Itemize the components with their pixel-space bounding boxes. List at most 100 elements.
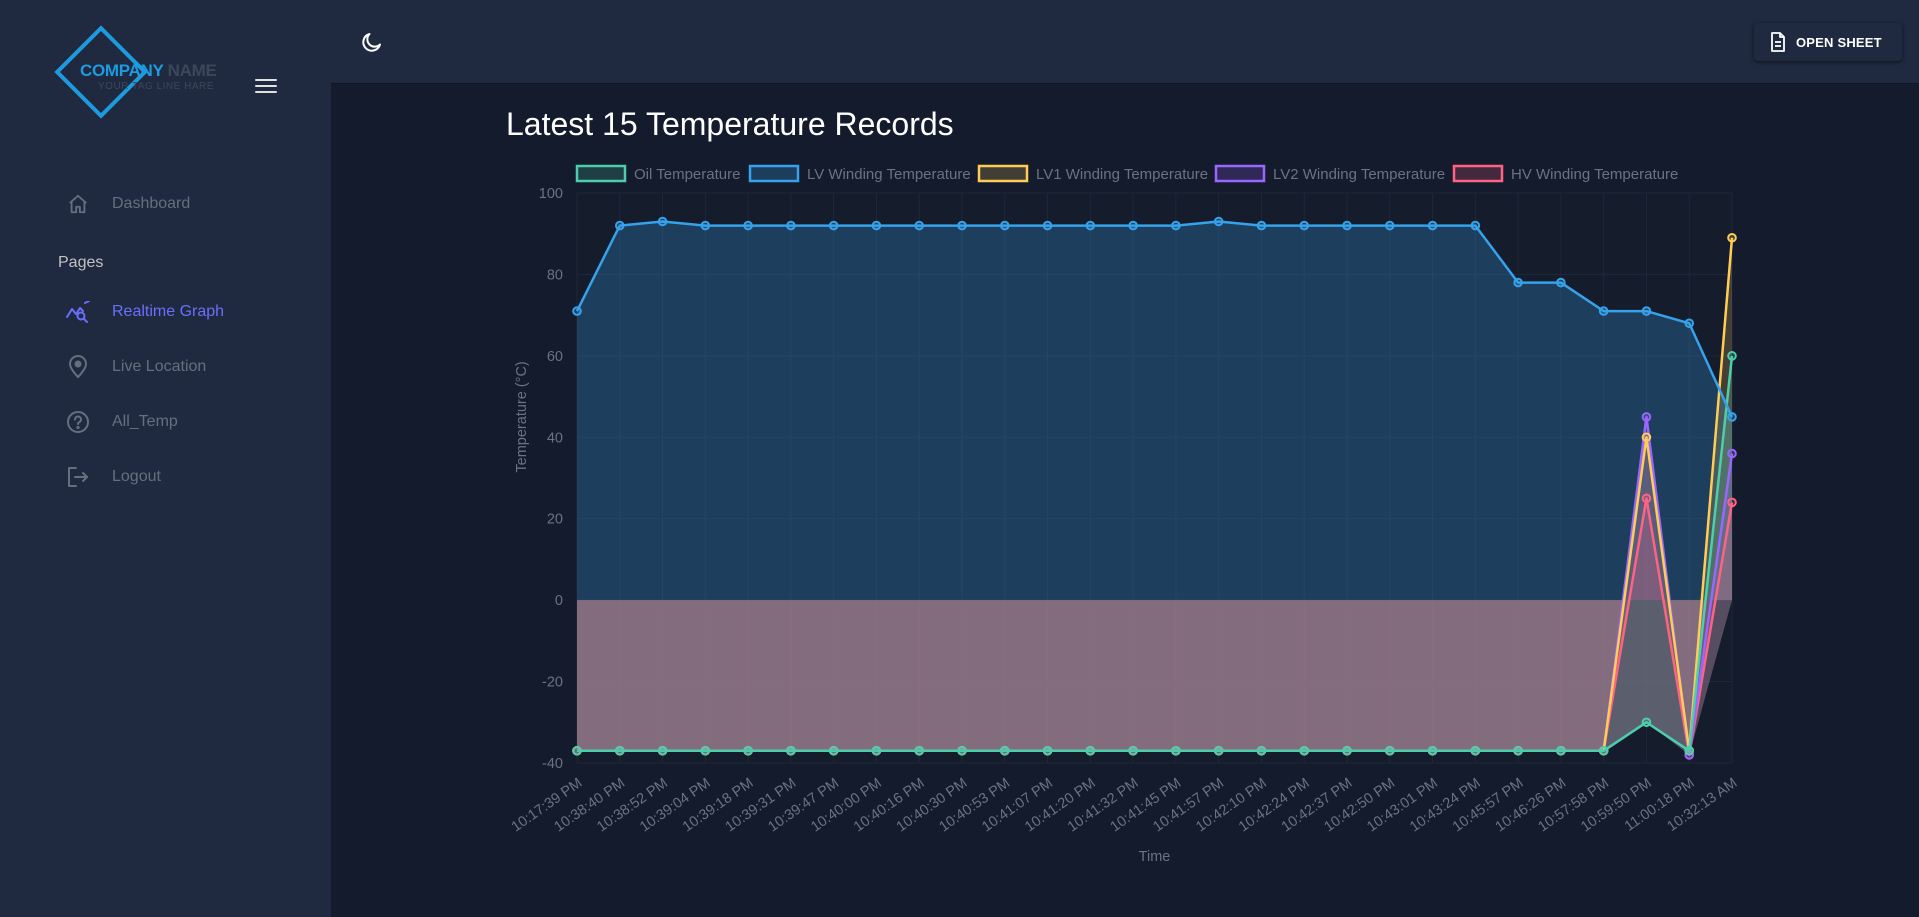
negative-area-overlay <box>577 600 1732 755</box>
x-tick-label: 10:17:39 PM <box>509 775 586 835</box>
legend-swatch-lv1-winding-temperature <box>977 164 1029 183</box>
x-axis-title: Time <box>1139 849 1171 865</box>
help-circle-icon <box>64 408 92 436</box>
y-tick-label: 40 <box>547 430 563 446</box>
data-point-oil-temperature <box>1470 745 1481 756</box>
data-point-oil-temperature <box>1171 745 1181 756</box>
data-point-oil-temperature <box>1384 745 1395 756</box>
hamburger-icon-line <box>255 79 277 81</box>
data-point-lv-winding-temperature <box>1342 220 1352 231</box>
y-tick-label: -20 <box>542 675 563 691</box>
data-point-lv-winding-temperature <box>1384 220 1395 231</box>
legend-swatch-lv-winding-temperature <box>748 164 800 183</box>
data-point-lv-winding-temperature <box>828 220 839 231</box>
data-point-oil-temperature <box>1213 745 1224 756</box>
temperature-line-chart: 100806040200-20-4010:17:39 PM10:38:40 PM… <box>509 164 1740 865</box>
data-point-lv-winding-temperature <box>1085 220 1096 231</box>
temperature-chart: 100 80 60 40 20 0 -20 -40 10:17:39 PM 10:38:40 PM… <box>500 155 1750 875</box>
data-point-oil-temperature <box>786 745 796 756</box>
y-axis-title: Temperature (°C) <box>514 361 530 472</box>
theme-toggle-button[interactable] <box>360 30 384 54</box>
data-point-lv-winding-temperature <box>871 220 882 231</box>
y-tick-label: -40 <box>542 756 563 772</box>
data-point-oil-temperature <box>957 745 967 756</box>
data-point-oil-temperature <box>1598 745 1609 756</box>
data-point-lv2-winding-temperature <box>1727 448 1737 459</box>
logo-name-part2: NAME <box>167 61 217 80</box>
data-point-oil-temperature <box>1256 745 1267 756</box>
data-point-oil-temperature <box>1342 745 1352 756</box>
data-point-lv-winding-temperature <box>1513 277 1523 288</box>
sidebar-item-label: Realtime Graph <box>112 303 225 320</box>
data-point-oil-temperature <box>614 745 625 756</box>
data-point-lv-winding-temperature <box>1727 412 1737 422</box>
legend-swatch-hv-winding-temperature <box>1452 164 1504 183</box>
data-point-lv1-winding-temperature <box>1641 432 1652 443</box>
moon-icon <box>362 33 381 52</box>
data-point-oil-temperature <box>657 745 668 756</box>
legend-swatch-oil-temperature <box>575 164 627 183</box>
sidebar-item-label: Live Location <box>112 358 207 375</box>
logo-name-part1: COMPANY <box>80 61 164 80</box>
data-point-lv1-winding-temperature <box>1727 232 1737 243</box>
legend-label-hv-winding-temperature: HV Winding Temperature <box>1511 166 1678 183</box>
data-point-hv-winding-temperature <box>1641 493 1652 504</box>
menu-toggle-button[interactable] <box>255 79 277 95</box>
data-point-lv-winding-temperature <box>1470 220 1481 231</box>
top-bar <box>331 0 1919 84</box>
document-icon <box>1771 32 1785 52</box>
data-point-lv-winding-temperature <box>1042 220 1053 231</box>
data-point-lv-winding-temperature <box>1598 306 1609 316</box>
open-sheet-button[interactable]: OPEN SHEET <box>1754 23 1902 61</box>
data-point-lv2-winding-temperature <box>1641 412 1652 422</box>
sidebar-item-live-location[interactable]: Live Location <box>64 352 206 382</box>
legend-label-lv2-winding-temperature: LV2 Winding Temperature <box>1273 166 1445 183</box>
data-point-oil-temperature <box>999 745 1010 756</box>
data-point-hv-winding-temperature <box>1727 497 1737 508</box>
data-point-oil-temperature <box>572 745 582 756</box>
data-point-lv-winding-temperature <box>1299 220 1310 231</box>
data-point-oil-temperature <box>1684 745 1695 756</box>
sidebar-item-label: Logout <box>112 468 161 485</box>
data-point-oil-temperature <box>1427 745 1438 756</box>
y-tick-label: 20 <box>547 512 563 528</box>
data-point-oil-temperature <box>1641 717 1652 728</box>
sidebar-item-all-temp[interactable]: All_Temp <box>64 407 178 437</box>
logout-icon <box>64 463 92 491</box>
sidebar-item-dashboard[interactable]: Dashboard <box>64 189 190 219</box>
data-point-oil-temperature <box>1128 745 1138 756</box>
data-point-lv-winding-temperature <box>786 220 796 231</box>
data-point-lv-winding-temperature <box>1171 220 1181 231</box>
data-point-oil-temperature <box>914 745 925 756</box>
data-point-lv-winding-temperature <box>700 220 711 231</box>
data-point-lv-winding-temperature <box>572 306 582 316</box>
sidebar: COMPANY NAME YOUR TAG LINE HARE Dashboar… <box>0 0 331 917</box>
sidebar-item-realtime-graph[interactable]: Realtime Graph <box>64 297 224 327</box>
y-tick-label: 60 <box>547 349 563 365</box>
legend-label-lv-winding-temperature: LV Winding Temperature <box>807 166 971 183</box>
data-point-oil-temperature <box>871 745 882 756</box>
data-point-lv-winding-temperature <box>614 220 625 231</box>
open-sheet-label: OPEN SHEET <box>1796 34 1882 50</box>
hamburger-icon-line <box>255 85 277 87</box>
data-point-lv-winding-temperature <box>1213 216 1224 227</box>
data-point-lv-winding-temperature <box>1684 318 1695 329</box>
data-point-oil-temperature <box>1556 745 1566 756</box>
page-title: Latest 15 Temperature Records <box>506 106 954 142</box>
y-tick-label: 80 <box>547 267 563 283</box>
data-point-oil-temperature <box>1513 745 1523 756</box>
data-point-lv-winding-temperature <box>1641 306 1652 316</box>
data-point-oil-temperature <box>1042 745 1053 756</box>
sidebar-item-logout[interactable]: Logout <box>64 462 161 492</box>
data-point-lv-winding-temperature <box>1556 277 1566 288</box>
data-point-lv-winding-temperature <box>1128 220 1138 231</box>
data-point-oil-temperature <box>1299 745 1310 756</box>
legend-label-oil-temperature: Oil Temperature <box>634 166 740 183</box>
legend-swatch-lv2-winding-temperature <box>1214 164 1266 183</box>
data-point-lv-winding-temperature <box>957 220 967 231</box>
company-logo[interactable]: COMPANY NAME YOUR TAG LINE HARE <box>54 25 233 123</box>
data-point-oil-temperature <box>1727 351 1737 361</box>
data-point-lv-winding-temperature <box>743 220 753 231</box>
y-tick-label: 0 <box>555 593 563 609</box>
data-point-lv-winding-temperature <box>999 220 1010 231</box>
